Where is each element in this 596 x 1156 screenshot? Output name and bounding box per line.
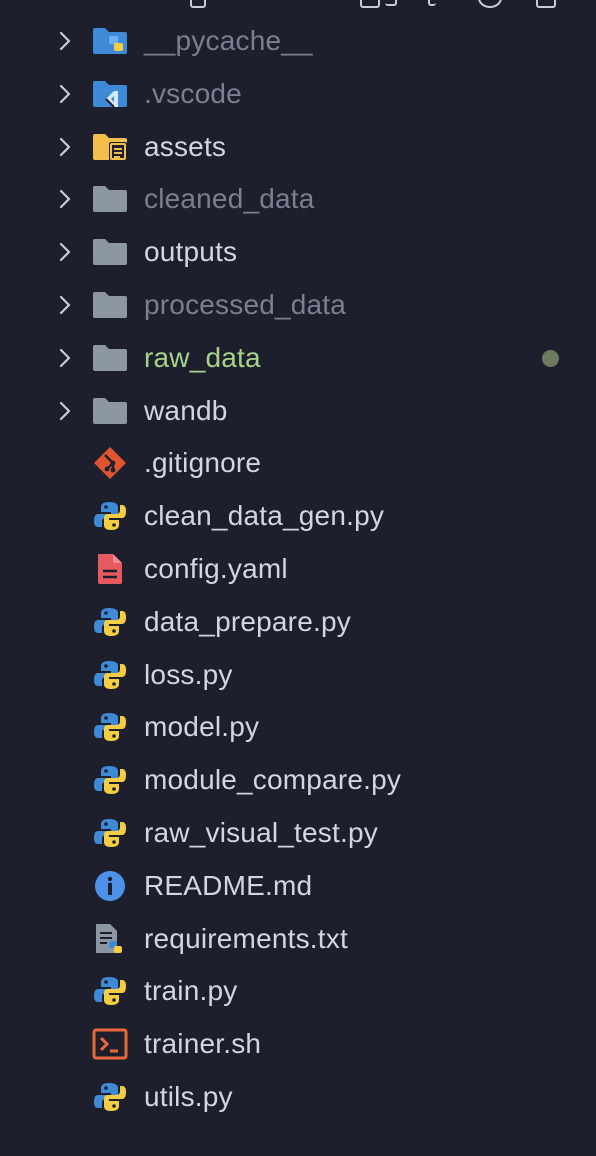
tree-folder-item[interactable]: processed_data [0,279,596,332]
tree-file-item[interactable]: model.py [0,701,596,754]
tree-item-label: config.yaml [144,552,288,584]
toolbar-strip [0,0,596,10]
tree-file-item[interactable]: utils.py [0,1071,596,1124]
toolbar-icon-partial[interactable] [385,0,397,6]
tree-folder-item[interactable]: __pycache__ [0,15,596,68]
tree-item-label: cleaned_data [144,183,315,215]
chevron-right-icon[interactable] [55,137,75,157]
python-icon [92,659,128,691]
tree-folder-item[interactable]: assets [0,121,596,174]
tree-file-item[interactable]: data_prepare.py [0,596,596,649]
python-icon [92,1081,128,1113]
tree-file-item[interactable]: README.md [0,860,596,913]
python-icon [92,500,128,532]
file-explorer-tree: __pycache__ .vscode assets cleaned_dataoutp… [0,15,596,1124]
tree-item-label: loss.py [144,658,233,690]
toolbar-icon-partial[interactable] [428,0,436,6]
tree-file-item[interactable]: loss.py [0,649,596,702]
tree-file-item[interactable]: trainer.sh [0,1018,596,1071]
python-icon [92,764,128,796]
vscode-folder-icon [92,78,128,110]
tree-folder-item[interactable]: raw_data [0,332,596,385]
tree-folder-item[interactable]: outputs [0,226,596,279]
tree-item-label: clean_data_gen.py [144,500,385,532]
chevron-right-icon[interactable] [55,295,75,315]
python-icon [92,975,128,1007]
toolbar-icon-partial[interactable] [190,0,206,8]
tree-folder-item[interactable]: cleaned_data [0,173,596,226]
tree-folder-item[interactable]: wandb [0,385,596,438]
python-icon [92,817,128,849]
chevron-right-icon[interactable] [55,84,75,104]
tree-file-item[interactable]: requirements.txt [0,913,596,966]
tree-item-label: utils.py [144,1080,233,1112]
chevron-right-icon[interactable] [55,401,75,421]
tree-item-label: processed_data [144,288,347,320]
tree-item-label: raw_visual_test.py [144,816,378,848]
tree-item-label: model.py [144,711,260,743]
tree-item-label: .vscode [144,77,242,109]
tree-item-label: data_prepare.py [144,605,351,637]
tree-file-item[interactable]: clean_data_gen.py [0,490,596,543]
tree-item-label: train.py [144,975,238,1007]
info-icon [92,870,128,902]
tree-file-item[interactable]: config.yaml [0,543,596,596]
toolbar-icon-partial[interactable] [360,0,380,8]
tree-item-label: outputs [144,236,238,268]
requirements-icon [92,923,128,955]
tree-file-item[interactable]: raw_visual_test.py [0,807,596,860]
folder-icon [92,183,128,215]
tree-item-label: raw_data [144,341,261,373]
folder-icon [92,289,128,321]
yaml-icon [92,553,128,585]
folder-icon [92,236,128,268]
python-icon [92,711,128,743]
toolbar-icon-partial[interactable] [478,0,502,8]
chevron-right-icon[interactable] [55,242,75,262]
tree-item-label: module_compare.py [144,764,402,796]
git-icon [92,447,128,480]
tree-folder-item[interactable]: .vscode [0,68,596,121]
tree-item-label: wandb [144,394,228,426]
tree-file-item[interactable]: .gitignore [0,437,596,490]
terminal-icon [92,1028,128,1060]
tree-item-label: assets [144,130,227,162]
tree-file-item[interactable]: train.py [0,965,596,1018]
tree-item-label: trainer.sh [144,1028,262,1060]
python-folder-icon [92,25,128,57]
toolbar-icon-partial[interactable] [536,0,556,8]
folder-icon [92,342,128,374]
tree-item-label: requirements.txt [144,922,348,954]
python-icon [92,606,128,638]
tree-item-label: __pycache__ [144,25,313,56]
tree-item-label: README.md [144,869,313,901]
chevron-right-icon[interactable] [55,348,75,368]
chevron-right-icon[interactable] [55,189,75,209]
modified-indicator-dot [542,349,559,367]
tree-file-item[interactable]: module_compare.py [0,754,596,807]
tree-item-label: .gitignore [144,447,262,479]
folder-icon [92,395,128,427]
chevron-right-icon[interactable] [55,31,75,51]
assets-folder-icon [92,131,128,163]
